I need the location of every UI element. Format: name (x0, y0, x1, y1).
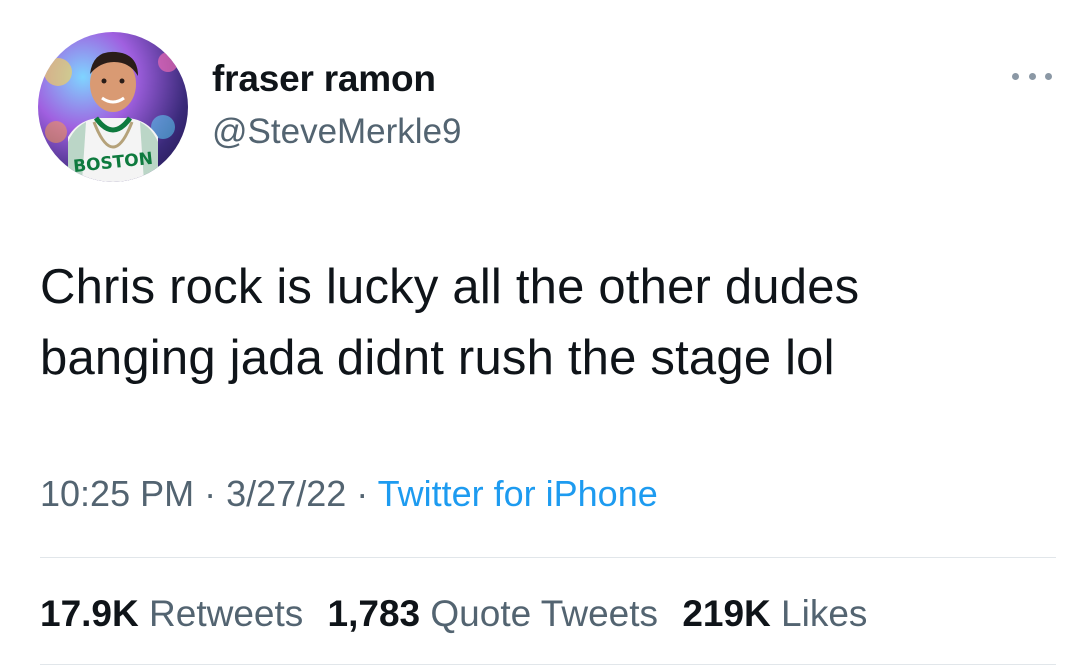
divider (40, 664, 1056, 665)
quote-tweets-label: Quote Tweets (430, 593, 659, 634)
meta-separator: · (356, 473, 369, 514)
avatar[interactable]: BOSTON (38, 32, 188, 182)
meta-separator: · (204, 473, 217, 514)
quote-tweets-stat[interactable]: 1,783 Quote Tweets (328, 593, 669, 634)
quote-tweets-count: 1,783 (327, 593, 421, 634)
display-name[interactable]: fraser ramon (212, 58, 436, 100)
likes-label: Likes (781, 593, 868, 634)
retweets-stat[interactable]: 17.9K Retweets (40, 593, 314, 634)
retweets-count: 17.9K (40, 593, 139, 634)
tweet-meta: 10:25 PM · 3/27/22 · Twitter for iPhone (40, 473, 658, 515)
more-options-icon[interactable] (1012, 66, 1052, 86)
retweets-label: Retweets (149, 593, 304, 634)
dot-icon (1045, 72, 1052, 80)
avatar-image: BOSTON (44, 51, 178, 182)
tweet-time[interactable]: 10:25 PM (40, 473, 194, 514)
engagement-stats: 17.9K Retweets 1,783 Quote Tweets 219K L… (40, 593, 881, 635)
tweet-date[interactable]: 3/27/22 (226, 473, 346, 514)
handle[interactable]: @SteveMerkle9 (212, 112, 462, 152)
likes-count: 219K (682, 593, 771, 634)
tweet-source-link[interactable]: Twitter for iPhone (378, 473, 658, 514)
tweet-text: Chris rock is lucky all the other dudes … (40, 260, 860, 385)
dot-icon (1028, 72, 1036, 80)
tweet-card: BOSTON fraser ramon @SteveMerkle9 Chris … (0, 0, 1080, 672)
dot-icon (1012, 72, 1019, 80)
likes-stat[interactable]: 219K Likes (682, 593, 867, 634)
divider (40, 557, 1056, 558)
